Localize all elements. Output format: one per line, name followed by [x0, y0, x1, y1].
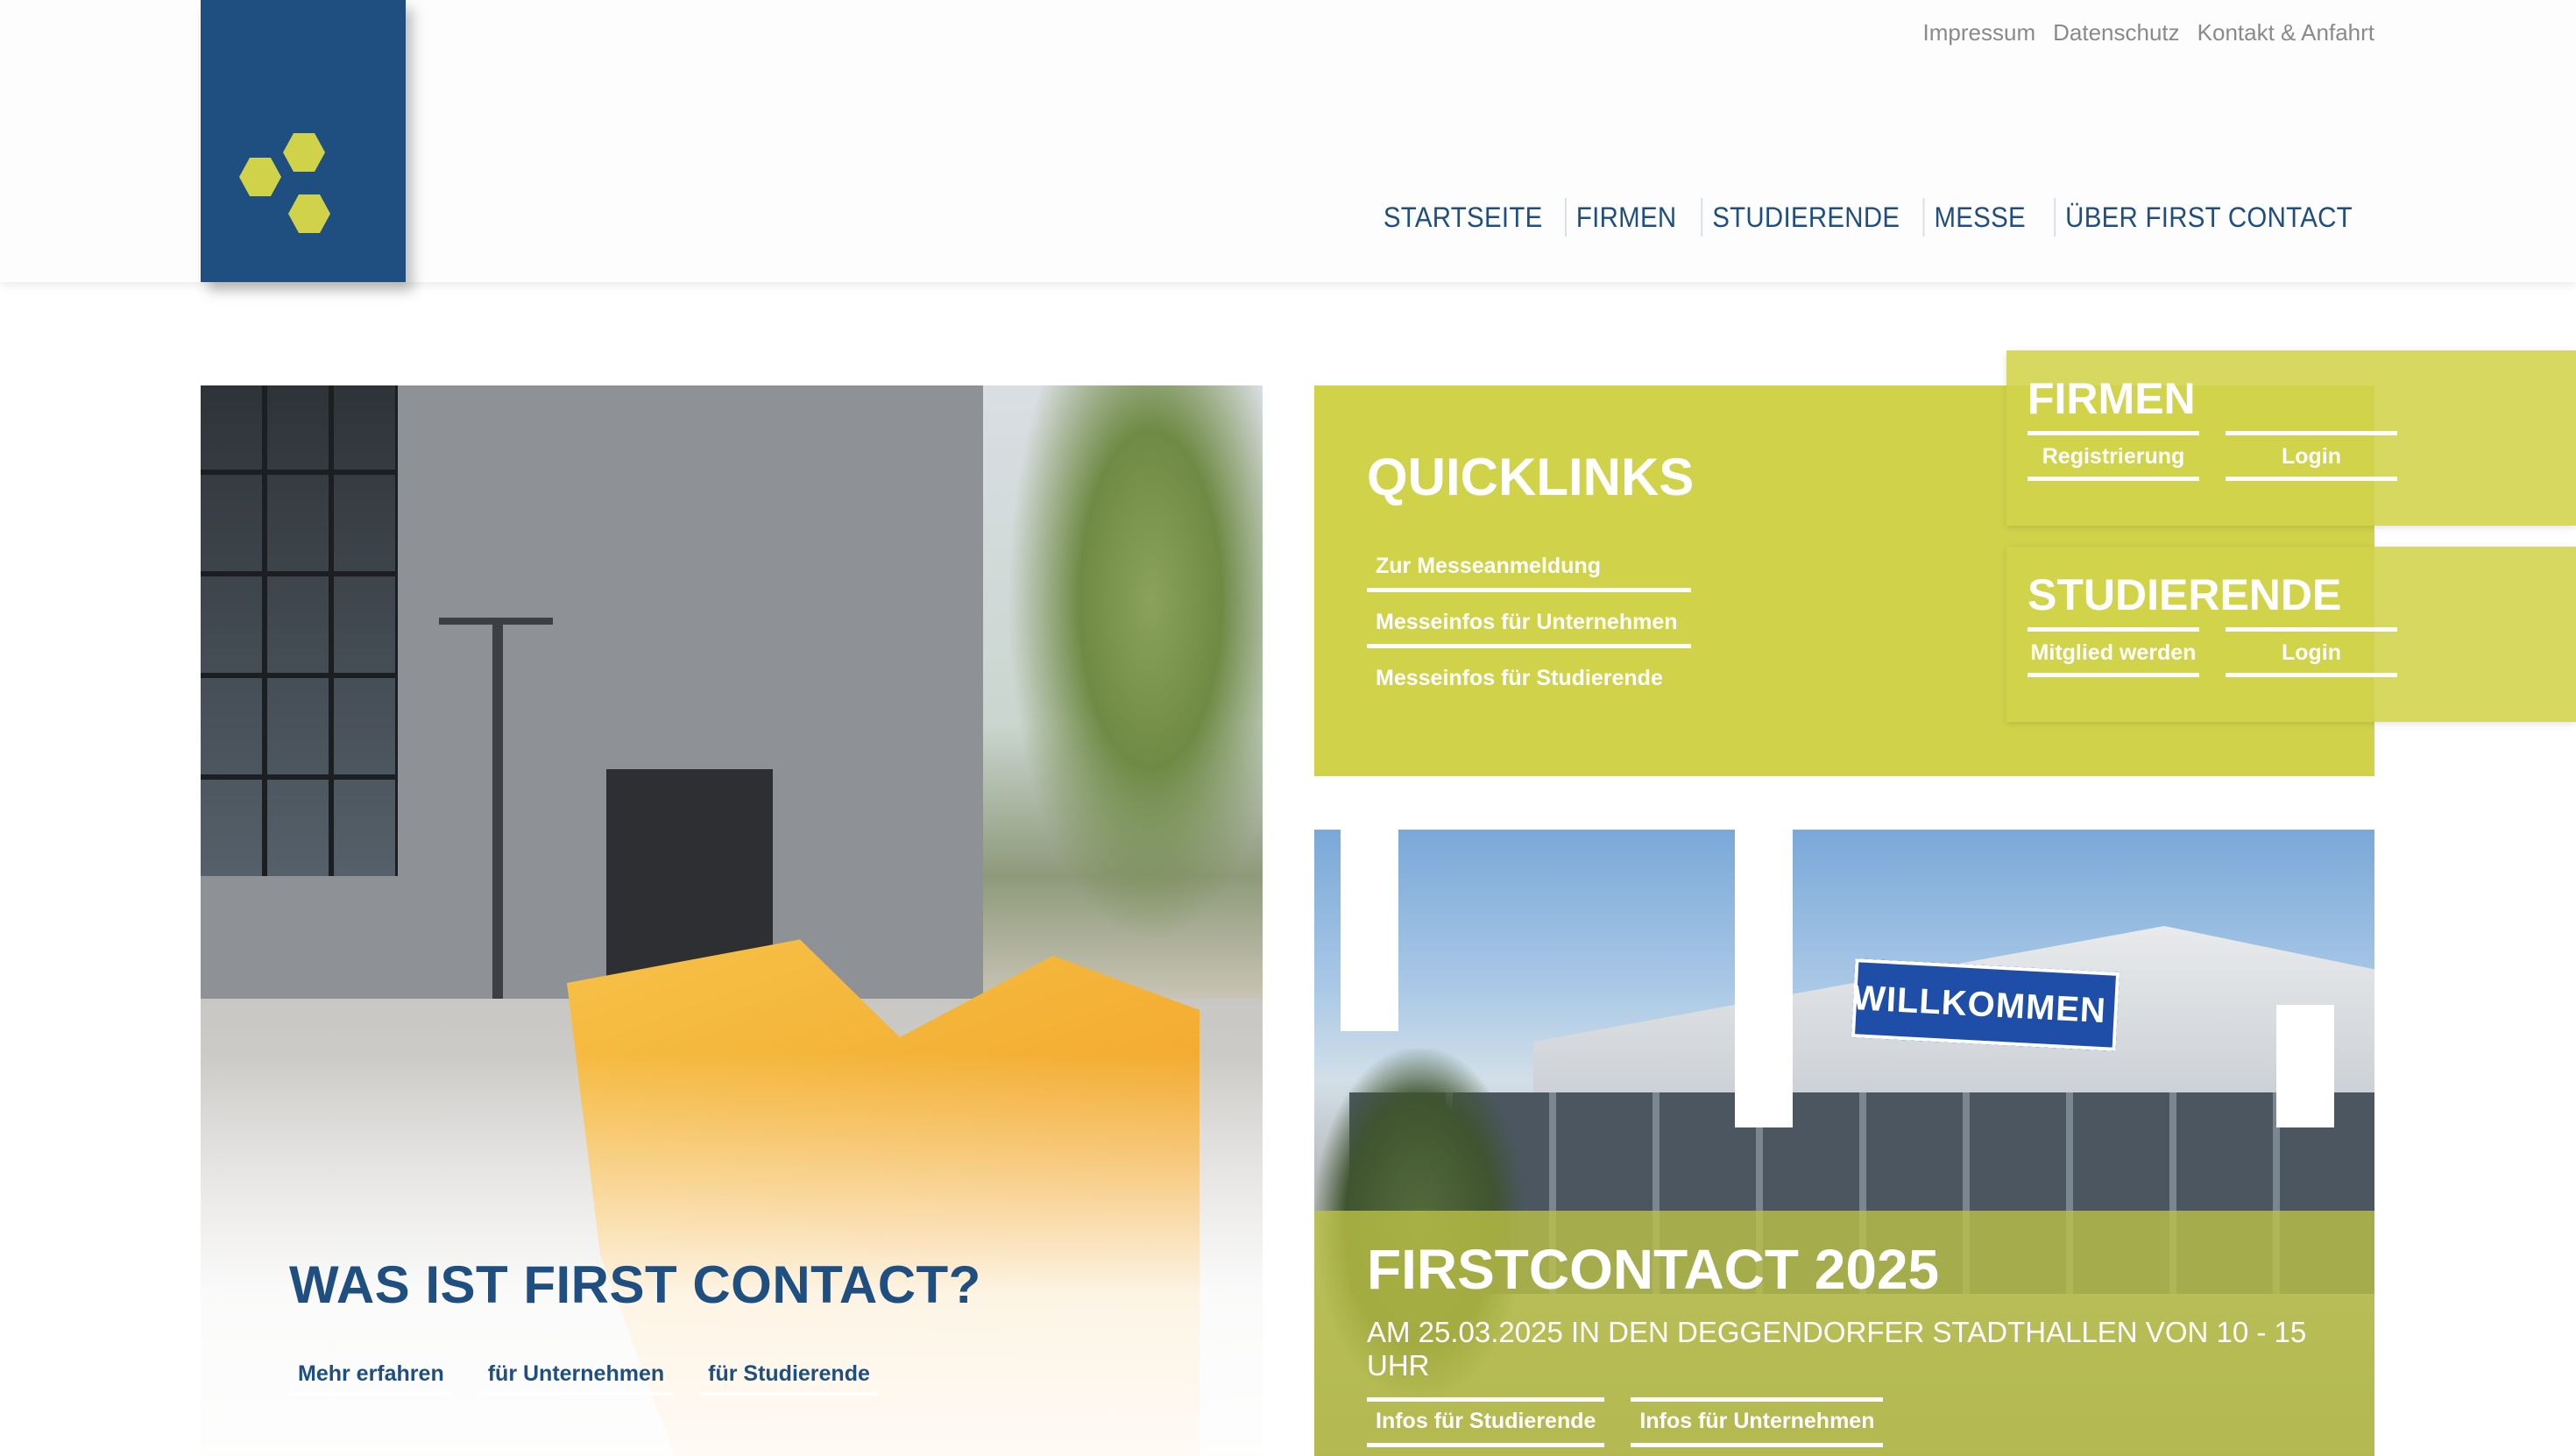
event-subtitle: AM 25.03.2025 IN DEN DEGGENDORFER STADTH…: [1367, 1316, 2307, 1382]
firmen-login-box: FIRMEN Registrierung Login: [2006, 350, 2576, 526]
nav-item-startseite[interactable]: STARTSEITE: [1374, 198, 1553, 237]
firmen-registrierung-button[interactable]: Registrierung: [2028, 431, 2199, 481]
firmen-box-buttons: Registrierung Login: [2028, 431, 2397, 481]
willkommen-sign-text: WILLKOMMEN: [1851, 978, 2107, 1030]
studierende-login-button[interactable]: Login: [2226, 627, 2397, 677]
nav-item-messe[interactable]: MESSE: [1922, 198, 2035, 237]
infos-unternehmen-button[interactable]: Infos für Unternehmen: [1631, 1397, 1884, 1447]
kontakt-anfahrt-link[interactable]: Kontakt & Anfahrt: [2197, 19, 2374, 46]
messeinfos-studierende-link[interactable]: Messeinfos für Studierende: [1367, 655, 1691, 704]
studierende-login-box: STUDIERENDE Mitglied werden Login: [2006, 547, 2576, 722]
infos-studierende-button[interactable]: Infos für Studierende: [1367, 1397, 1605, 1447]
hero-photo-trees: [983, 385, 1263, 999]
firmen-login-button[interactable]: Login: [2226, 431, 2397, 481]
nav-item-ueber-first-contact[interactable]: ÜBER FIRST CONTACT: [2054, 198, 2362, 237]
fuer-unternehmen-link[interactable]: für Unternehmen: [478, 1356, 674, 1396]
mitglied-werden-button[interactable]: Mitglied werden: [2028, 627, 2199, 677]
main-nav: STARTSEITE FIRMEN STUDIERENDE MESSE ÜBER…: [1366, 198, 2375, 237]
messeinfos-unternehmen-link[interactable]: Messeinfos für Unternehmen: [1367, 599, 1691, 648]
honeycomb-logo-icon: [239, 133, 330, 233]
event-photo-banner-left: [1341, 830, 1398, 1031]
quicklinks-title: QUICKLINKS: [1367, 448, 1695, 506]
impressum-link[interactable]: Impressum: [1923, 19, 2036, 46]
nav-item-firmen[interactable]: FIRMEN: [1565, 198, 1686, 237]
event-photo-banner-center: [1735, 830, 1793, 1127]
utility-nav: Impressum Datenschutz Kontakt & Anfahrt: [1923, 19, 2374, 46]
firmen-box-title: FIRMEN: [2028, 374, 2196, 423]
firstcontact-2025-teaser: WILLKOMMEN FIRSTCONTACT 2025 AM 25.03.20…: [1314, 830, 2374, 1456]
fuer-studierende-link[interactable]: für Studierende: [699, 1356, 879, 1396]
site-logo[interactable]: [201, 0, 406, 282]
hero-title: WAS IST FIRST CONTACT?: [289, 1255, 981, 1314]
nav-item-studierende[interactable]: STUDIERENDE: [1700, 198, 1909, 237]
hero-links: Mehr erfahren für Unternehmen für Studie…: [289, 1356, 879, 1396]
event-photo-banner-right: [2276, 1005, 2334, 1127]
site-header: Impressum Datenschutz Kontakt & Anfahrt …: [0, 0, 2576, 282]
hero-about-first-contact: WAS IST FIRST CONTACT? Mehr erfahren für…: [201, 385, 1263, 1456]
event-links: Infos für Studierende Infos für Unterneh…: [1367, 1397, 1884, 1447]
event-title: FIRSTCONTACT 2025: [1367, 1238, 1940, 1301]
willkommen-sign: WILLKOMMEN: [1851, 958, 2120, 1051]
studierende-box-buttons: Mitglied werden Login: [2028, 627, 2397, 677]
studierende-box-title: STUDIERENDE: [2028, 570, 2342, 619]
messeanmeldung-link[interactable]: Zur Messeanmeldung: [1367, 543, 1691, 592]
mehr-erfahren-link[interactable]: Mehr erfahren: [289, 1356, 453, 1396]
quicklinks-list: Zur Messeanmeldung Messeinfos für Untern…: [1367, 543, 1691, 711]
datenschutz-link[interactable]: Datenschutz: [2053, 19, 2180, 46]
hero-photo-glass-facade: [201, 385, 398, 876]
